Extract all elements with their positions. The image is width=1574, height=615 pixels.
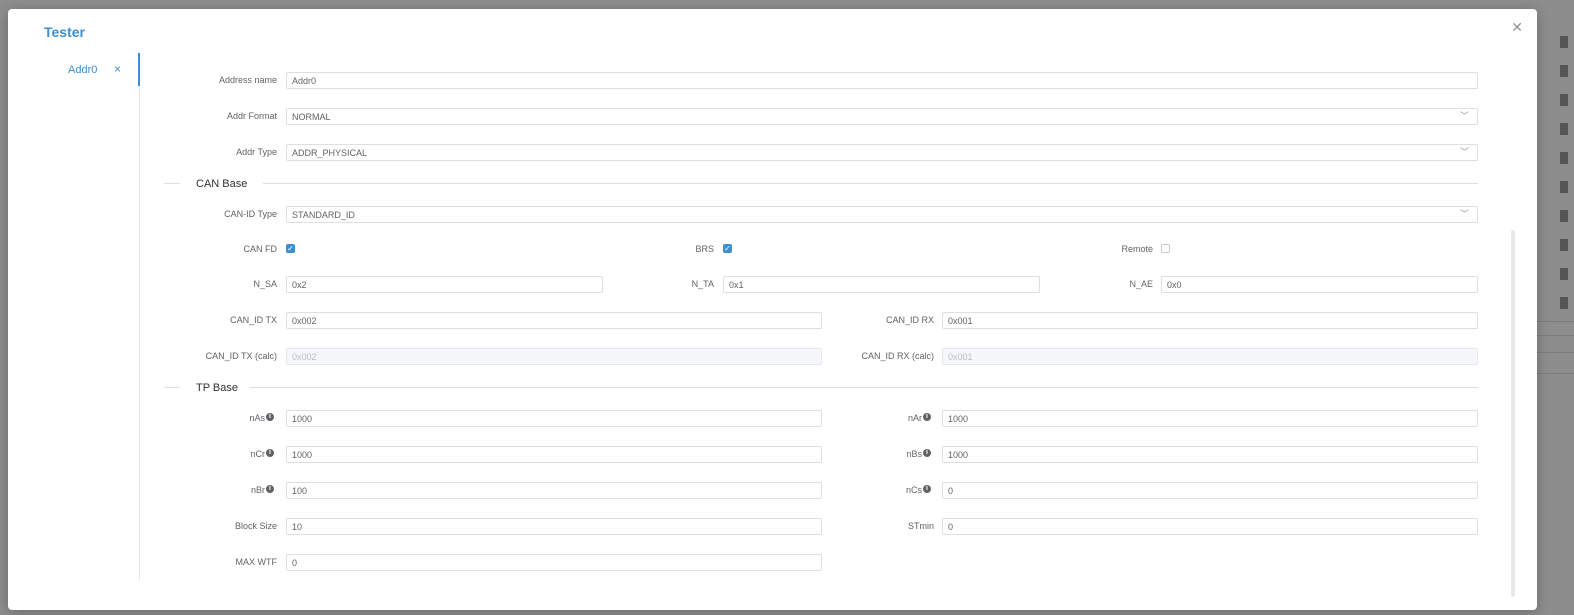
info-icon[interactable]: i: [266, 485, 274, 493]
backdrop-icon: [1560, 181, 1568, 193]
nbs-label-text: nBs: [906, 449, 922, 459]
can-base-title: CAN Base: [196, 178, 248, 190]
info-icon[interactable]: i: [266, 413, 274, 421]
scrollbar[interactable]: [1511, 230, 1515, 597]
can-id-tx-calc-label: CAN_ID TX (calc): [205, 351, 277, 361]
chevron-down-icon: ﹀: [1459, 111, 1469, 121]
can-fd-checkbox[interactable]: ✓: [286, 244, 295, 253]
brs-label: BRS: [695, 244, 714, 254]
address-name-input[interactable]: Addr0: [286, 72, 1478, 89]
ncr-label-text: nCr: [250, 449, 265, 459]
can-id-tx-input[interactable]: 0x002: [286, 312, 822, 329]
n-sa-label: N_SA: [253, 279, 277, 289]
chevron-down-icon: ﹀: [1459, 147, 1469, 157]
nbs-input[interactable]: 1000: [942, 446, 1478, 463]
block-size-label: Block Size: [234, 521, 277, 531]
backdrop-icon: [1560, 36, 1568, 48]
backdrop-icon: [1560, 152, 1568, 164]
addr-format-label: Addr Format: [226, 111, 277, 121]
nas-label-text: nAs: [249, 413, 265, 423]
addr-type-select[interactable]: ADDR_PHYSICAL ﹀: [286, 144, 1478, 161]
remote-checkbox[interactable]: [1161, 244, 1170, 253]
nar-label-text: nAr: [907, 413, 922, 423]
ncs-label-text: nCs: [905, 485, 922, 495]
can-id-rx-input[interactable]: 0x001: [942, 312, 1478, 329]
nbr-input[interactable]: 100: [286, 482, 822, 499]
can-fd-label: CAN FD: [243, 244, 278, 254]
addr-format-select[interactable]: NORMAL ﹀: [286, 108, 1478, 125]
close-icon[interactable]: ✕: [1511, 19, 1523, 36]
ncr-input[interactable]: 1000: [286, 446, 822, 463]
info-icon[interactable]: i: [923, 413, 931, 421]
n-ta-label: N_TA: [691, 279, 714, 289]
tp-base-title: TP Base: [196, 382, 238, 394]
n-ta-input[interactable]: 0x1: [723, 276, 1040, 293]
can-id-type-value: STANDARD_ID: [292, 210, 355, 220]
nar-input[interactable]: 1000: [942, 410, 1478, 427]
backdrop-icon: [1560, 210, 1568, 222]
info-icon[interactable]: i: [266, 449, 274, 457]
tester-dialog: Tester ✕ Addr0 × Address name Addr0 Addr…: [8, 9, 1537, 610]
section-divider: [164, 387, 180, 388]
tab-addr0[interactable]: Addr0: [68, 64, 97, 76]
block-size-input[interactable]: 10: [286, 518, 822, 535]
section-divider: [164, 183, 180, 184]
backdrop-icon: [1560, 65, 1568, 77]
addr-type-value: ADDR_PHYSICAL: [292, 148, 368, 158]
info-icon[interactable]: i: [923, 449, 931, 457]
can-id-rx-calc-input: 0x001: [942, 348, 1478, 365]
max-wtf-label: MAX WTF: [235, 557, 278, 567]
can-id-type-select[interactable]: STANDARD_ID ﹀: [286, 206, 1478, 223]
max-wtf-input[interactable]: 0: [286, 554, 822, 571]
stmin-label: STmin: [907, 521, 934, 531]
tab-close-icon[interactable]: ×: [114, 62, 121, 76]
remote-label: Remote: [1121, 244, 1153, 254]
brs-checkbox[interactable]: ✓: [723, 244, 732, 253]
n-ae-input[interactable]: 0x0: [1161, 276, 1478, 293]
n-ae-label: N_AE: [1129, 279, 1153, 289]
can-id-tx-label: CAN_ID TX: [230, 315, 277, 325]
n-sa-input[interactable]: 0x2: [286, 276, 603, 293]
tab-active-indicator: [138, 53, 140, 86]
nas-input[interactable]: 1000: [286, 410, 822, 427]
backdrop-icon: [1560, 239, 1568, 251]
can-id-rx-calc-label: CAN_ID RX (calc): [861, 351, 934, 361]
tab-rail: [139, 53, 140, 580]
ncs-input[interactable]: 0: [942, 482, 1478, 499]
stmin-input[interactable]: 0: [942, 518, 1478, 535]
backdrop-icon: [1560, 94, 1568, 106]
addr-format-value: NORMAL: [292, 112, 331, 122]
can-id-tx-calc-input: 0x002: [286, 348, 822, 365]
can-id-type-label: CAN-ID Type: [224, 209, 277, 219]
backdrop-icon: [1560, 268, 1568, 280]
section-divider: [263, 183, 1478, 184]
dialog-title: Tester: [44, 24, 85, 40]
section-divider: [250, 387, 1478, 388]
address-name-label: Address name: [218, 75, 277, 85]
addr-type-label: Addr Type: [236, 147, 277, 157]
nbr-label-text: nBr: [250, 485, 265, 495]
chevron-down-icon: ﹀: [1459, 209, 1469, 219]
can-id-rx-label: CAN_ID RX: [885, 315, 934, 325]
backdrop-icon: [1560, 123, 1568, 135]
backdrop-icon: [1560, 297, 1568, 309]
info-icon[interactable]: i: [923, 485, 931, 493]
